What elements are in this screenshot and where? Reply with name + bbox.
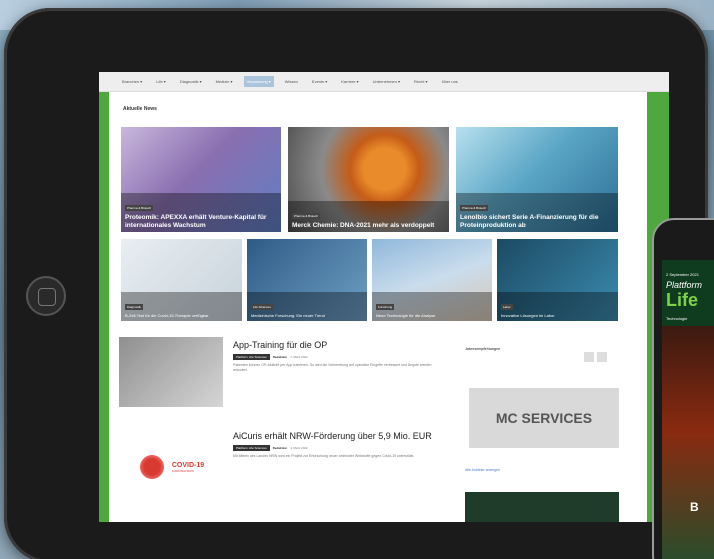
secondary-news-tile[interactable]: Diagnostik B-Zell-Test für die Covid-19-… — [121, 239, 242, 321]
carousel-arrows — [584, 352, 607, 362]
article-item: AiCuris erhält NRW-Förderung über 5,9 Mi… — [233, 431, 443, 459]
nav-item[interactable]: Medizin ▾ — [213, 76, 236, 87]
magazine-cover-image — [662, 326, 714, 559]
article-excerpt: Patienten können OP-Abläufe per App trai… — [233, 363, 432, 372]
sidebar-banner[interactable] — [465, 492, 619, 522]
sidebar-link[interactable]: Alle Anbieter anzeigen — [465, 468, 500, 472]
nav-item[interactable]: Branchen ▾ — [119, 76, 145, 87]
tile-caption: Labor Innovative Lösungen im Labor — [497, 292, 618, 321]
category-badge: Labor — [501, 304, 513, 310]
author-name[interactable]: Redaktion — [273, 355, 288, 359]
article-item: App-Training für die OP Plattform Life S… — [233, 340, 443, 373]
category-badge: Forschung — [376, 304, 395, 310]
tile-caption: Pharma & Biotech Lenolbio sichert Serie … — [456, 193, 618, 232]
phone-frame: 2 September 2021 Plattform Life Technolo… — [652, 218, 714, 559]
category-badge: Pharma & Biotech — [460, 205, 489, 211]
tile-title: B-Zell-Test für die Covid-19-Therapie ve… — [125, 313, 209, 318]
article-date: 4. März 2022 — [290, 446, 308, 450]
featured-news-tile[interactable]: Pharma & Biotech Merck Chemie: DNA-2021 … — [288, 127, 449, 232]
virus-icon — [137, 453, 166, 481]
nav-item[interactable]: Life ▾ — [153, 76, 169, 87]
category-badge: Life Sciences — [251, 304, 273, 310]
article-meta: Plattform Life Sciences Redaktion 4. Mär… — [233, 445, 443, 451]
sponsor-ad[interactable]: MC SERVICES — [469, 388, 619, 448]
article-title[interactable]: App-Training für die OP — [233, 340, 443, 351]
tablet-screen: Branchen ▾ Life ▾ Diagnostik ▾ Medizin ▾… — [99, 72, 669, 522]
article-meta: Plattform Life Sciences Redaktion 7. Mär… — [233, 354, 443, 360]
category-badge: Pharma & Biotech — [292, 212, 321, 219]
nav-item[interactable]: Über uns — [439, 76, 461, 87]
tablet-frame: Branchen ▾ Life ▾ Diagnostik ▾ Medizin ▾… — [4, 8, 708, 559]
green-border-left — [99, 92, 109, 522]
article-thumbnail[interactable]: COVID-19 CORONAVIRUS — [119, 432, 223, 502]
nav-item[interactable]: Karriere ▾ — [338, 76, 361, 87]
tile-title: Medizinische Forschung: Ein neuer Trend — [251, 313, 325, 318]
category-badge[interactable]: Plattform Life Sciences — [233, 445, 270, 451]
secondary-news-tile[interactable]: Life Sciences Medizinische Forschung: Ei… — [247, 239, 367, 321]
tile-title: Proteomik: APEXXA erhält Venture-Kapital… — [125, 214, 267, 229]
article-thumbnail[interactable] — [119, 337, 223, 407]
issue-date: 2 September 2021 — [666, 272, 699, 277]
magazine-title-part: Plattform — [666, 280, 703, 290]
tile-caption: Pharma & Biotech Merck Chemie: DNA-2021 … — [288, 200, 449, 232]
article-title[interactable]: AiCuris erhält NRW-Förderung über 5,9 Mi… — [233, 431, 443, 442]
phone-screen: 2 September 2021 Plattform Life Technolo… — [662, 260, 714, 559]
nav-item[interactable]: Diagnostik ▾ — [177, 76, 205, 87]
secondary-news-tile[interactable]: Labor Innovative Lösungen im Labor — [497, 239, 618, 321]
cover-letter: B — [690, 500, 699, 514]
next-arrow-icon[interactable] — [597, 352, 607, 362]
nav-item[interactable]: Events ▾ — [309, 76, 330, 87]
magazine-title: Life — [666, 290, 699, 310]
nav-item-active[interactable]: Verpackung ▾ — [243, 76, 274, 87]
section-title: Aktuelle News — [123, 106, 157, 112]
main-navigation: Branchen ▾ Life ▾ Diagnostik ▾ Medizin ▾… — [99, 72, 669, 92]
category-badge: Diagnostik — [125, 304, 144, 310]
news-content: Aktuelle News Pharma & Biotech Proteomik… — [109, 92, 647, 522]
featured-news-tile[interactable]: Pharma & Biotech Proteomik: APEXXA erhäl… — [121, 127, 281, 232]
tile-caption: Diagnostik B-Zell-Test für die Covid-19-… — [121, 292, 242, 321]
prev-arrow-icon[interactable] — [584, 352, 594, 362]
article-excerpt: Mit Mitteln des Landes NRW wird ein Proj… — [233, 454, 415, 458]
nav-item[interactable]: Recht ▾ — [411, 76, 431, 87]
featured-news-tile[interactable]: Pharma & Biotech Lenolbio sichert Serie … — [456, 127, 618, 232]
category-badge: Pharma & Biotech — [125, 205, 154, 211]
tile-caption: Life Sciences Medizinische Forschung: Ei… — [247, 292, 367, 321]
category-badge[interactable]: Plattform Life Sciences — [233, 354, 270, 360]
secondary-news-tile[interactable]: Forschung Neue Technologie für die Analy… — [372, 239, 492, 321]
magazine-tag: Technologie — [666, 316, 688, 321]
nav-item[interactable]: Unternehmen ▾ — [370, 76, 403, 87]
tile-title: Innovative Lösungen im Labor — [501, 313, 555, 318]
article-date: 7. März 2022 — [290, 355, 308, 359]
tile-caption: Forschung Neue Technologie für die Analy… — [372, 292, 492, 321]
covid-logo: COVID-19 CORONAVIRUS — [172, 462, 204, 473]
tile-title: Lenolbio sichert Serie A-Finanzierung fü… — [460, 214, 599, 229]
covid-logo-text: COVID-19 — [171, 461, 205, 469]
nav-item[interactable]: Wissen — [282, 76, 301, 87]
author-name[interactable]: Redaktion — [273, 446, 288, 450]
tile-title: Merck Chemie: DNA-2021 mehr als verdoppe… — [292, 221, 435, 229]
tile-title: Neue Technologie für die Analyse — [376, 313, 436, 318]
home-button[interactable] — [26, 276, 66, 316]
sidebar-heading: Jahresempfehlungen — [465, 347, 501, 351]
tile-caption: Pharma & Biotech Proteomik: APEXXA erhäl… — [121, 193, 281, 232]
covid-logo-subtext: CORONAVIRUS — [171, 468, 194, 473]
